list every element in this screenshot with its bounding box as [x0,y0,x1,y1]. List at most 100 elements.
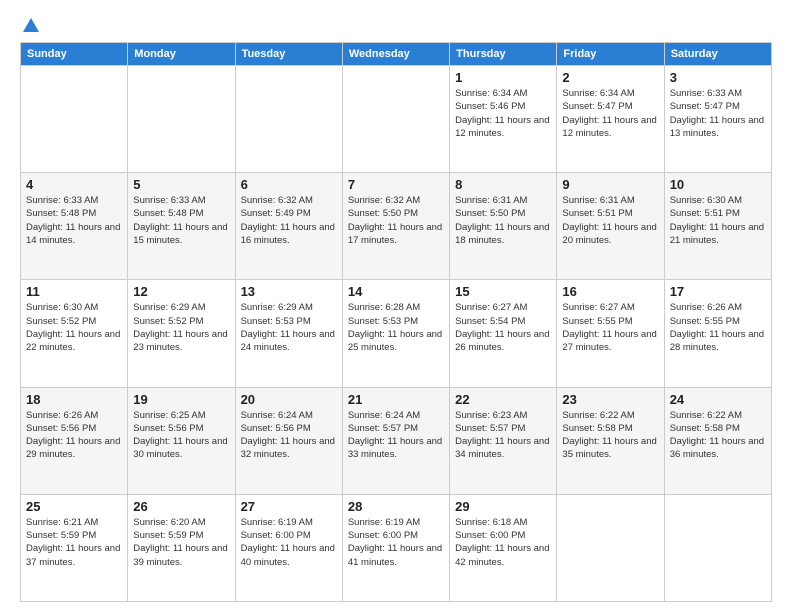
day-info: Sunrise: 6:27 AM Sunset: 5:55 PM Dayligh… [562,301,658,354]
day-number: 27 [241,499,337,514]
calendar-cell: 22 Sunrise: 6:23 AM Sunset: 5:57 PM Dayli… [450,387,557,494]
day-number: 26 [133,499,229,514]
day-info: Sunrise: 6:19 AM Sunset: 6:00 PM Dayligh… [241,516,337,569]
calendar-cell: 12 Sunrise: 6:29 AM Sunset: 5:52 PM Dayli… [128,280,235,387]
day-info: Sunrise: 6:33 AM Sunset: 5:48 PM Dayligh… [133,194,229,247]
day-number: 3 [670,70,766,85]
day-info: Sunrise: 6:29 AM Sunset: 5:52 PM Dayligh… [133,301,229,354]
day-number: 14 [348,284,444,299]
day-info: Sunrise: 6:33 AM Sunset: 5:48 PM Dayligh… [26,194,122,247]
calendar-cell: 17 Sunrise: 6:26 AM Sunset: 5:55 PM Dayli… [664,280,771,387]
day-number: 21 [348,392,444,407]
calendar-cell: 4 Sunrise: 6:33 AM Sunset: 5:48 PM Daylig… [21,173,128,280]
calendar-cell: 3 Sunrise: 6:33 AM Sunset: 5:47 PM Daylig… [664,66,771,173]
day-number: 12 [133,284,229,299]
day-number: 29 [455,499,551,514]
day-info: Sunrise: 6:27 AM Sunset: 5:54 PM Dayligh… [455,301,551,354]
calendar-header-sunday: Sunday [21,43,128,66]
day-info: Sunrise: 6:31 AM Sunset: 5:50 PM Dayligh… [455,194,551,247]
calendar-cell: 29 Sunrise: 6:18 AM Sunset: 6:00 PM Dayli… [450,494,557,601]
day-info: Sunrise: 6:34 AM Sunset: 5:46 PM Dayligh… [455,87,551,140]
day-number: 22 [455,392,551,407]
calendar-cell: 13 Sunrise: 6:29 AM Sunset: 5:53 PM Dayli… [235,280,342,387]
calendar-cell [235,66,342,173]
calendar-cell: 24 Sunrise: 6:22 AM Sunset: 5:58 PM Dayli… [664,387,771,494]
calendar-table: SundayMondayTuesdayWednesdayThursdayFrid… [20,42,772,602]
day-info: Sunrise: 6:32 AM Sunset: 5:49 PM Dayligh… [241,194,337,247]
calendar-cell: 28Sunrise: 6:19 AM Sunset: 6:00 PM Dayli… [342,494,449,601]
day-info: Sunrise: 6:21 AM Sunset: 5:59 PM Dayligh… [26,516,122,569]
day-number: 8 [455,177,551,192]
day-info: Sunrise: 6:31 AM Sunset: 5:51 PM Dayligh… [562,194,658,247]
calendar-week-4: 18 Sunrise: 6:26 AM Sunset: 5:56 PM Dayli… [21,387,772,494]
day-info: Sunrise: 6:32 AM Sunset: 5:50 PM Dayligh… [348,194,444,247]
logo [20,16,40,34]
calendar-cell: 11 Sunrise: 6:30 AM Sunset: 5:52 PM Dayli… [21,280,128,387]
logo-triangle-icon [22,16,40,34]
calendar-cell: 5 Sunrise: 6:33 AM Sunset: 5:48 PM Daylig… [128,173,235,280]
day-info: Sunrise: 6:28 AM Sunset: 5:53 PM Dayligh… [348,301,444,354]
calendar-cell: 23Sunrise: 6:22 AM Sunset: 5:58 PM Dayli… [557,387,664,494]
day-number: 16 [562,284,658,299]
day-number: 4 [26,177,122,192]
day-number: 15 [455,284,551,299]
day-number: 2 [562,70,658,85]
calendar-week-1: 1 Sunrise: 6:34 AM Sunset: 5:46 PM Daylig… [21,66,772,173]
calendar-cell [557,494,664,601]
calendar-header-friday: Friday [557,43,664,66]
page: SundayMondayTuesdayWednesdayThursdayFrid… [0,0,792,612]
day-number: 24 [670,392,766,407]
day-info: Sunrise: 6:26 AM Sunset: 5:55 PM Dayligh… [670,301,766,354]
calendar-cell: 6 Sunrise: 6:32 AM Sunset: 5:49 PM Daylig… [235,173,342,280]
day-info: Sunrise: 6:18 AM Sunset: 6:00 PM Dayligh… [455,516,551,569]
day-info: Sunrise: 6:30 AM Sunset: 5:52 PM Dayligh… [26,301,122,354]
day-info: Sunrise: 6:33 AM Sunset: 5:47 PM Dayligh… [670,87,766,140]
calendar-week-2: 4 Sunrise: 6:33 AM Sunset: 5:48 PM Daylig… [21,173,772,280]
calendar-cell: 15 Sunrise: 6:27 AM Sunset: 5:54 PM Dayli… [450,280,557,387]
day-info: Sunrise: 6:25 AM Sunset: 5:56 PM Dayligh… [133,409,229,462]
calendar-header-thursday: Thursday [450,43,557,66]
day-number: 11 [26,284,122,299]
day-number: 19 [133,392,229,407]
calendar-header-row: SundayMondayTuesdayWednesdayThursdayFrid… [21,43,772,66]
day-number: 6 [241,177,337,192]
day-info: Sunrise: 6:26 AM Sunset: 5:56 PM Dayligh… [26,409,122,462]
day-info: Sunrise: 6:22 AM Sunset: 5:58 PM Dayligh… [670,409,766,462]
day-number: 17 [670,284,766,299]
day-number: 5 [133,177,229,192]
day-number: 7 [348,177,444,192]
day-info: Sunrise: 6:24 AM Sunset: 5:57 PM Dayligh… [348,409,444,462]
day-number: 9 [562,177,658,192]
calendar-header-monday: Monday [128,43,235,66]
calendar-cell [128,66,235,173]
header [20,16,772,34]
calendar-cell: 1 Sunrise: 6:34 AM Sunset: 5:46 PM Daylig… [450,66,557,173]
calendar-cell: 26 Sunrise: 6:20 AM Sunset: 5:59 PM Dayli… [128,494,235,601]
calendar-cell: 21 Sunrise: 6:24 AM Sunset: 5:57 PM Dayli… [342,387,449,494]
calendar-cell: 16 Sunrise: 6:27 AM Sunset: 5:55 PM Dayli… [557,280,664,387]
calendar-week-5: 25 Sunrise: 6:21 AM Sunset: 5:59 PM Dayli… [21,494,772,601]
calendar-cell: 8 Sunrise: 6:31 AM Sunset: 5:50 PM Daylig… [450,173,557,280]
day-number: 10 [670,177,766,192]
day-info: Sunrise: 6:20 AM Sunset: 5:59 PM Dayligh… [133,516,229,569]
calendar-header-wednesday: Wednesday [342,43,449,66]
day-number: 1 [455,70,551,85]
day-info: Sunrise: 6:30 AM Sunset: 5:51 PM Dayligh… [670,194,766,247]
day-number: 18 [26,392,122,407]
calendar-cell: 10 Sunrise: 6:30 AM Sunset: 5:51 PM Dayli… [664,173,771,280]
calendar-cell: 7 Sunrise: 6:32 AM Sunset: 5:50 PM Daylig… [342,173,449,280]
day-number: 20 [241,392,337,407]
calendar-cell: 25 Sunrise: 6:21 AM Sunset: 5:59 PM Dayli… [21,494,128,601]
day-number: 13 [241,284,337,299]
day-info: Sunrise: 6:22 AM Sunset: 5:58 PM Dayligh… [562,409,658,462]
calendar-cell [342,66,449,173]
day-info: Sunrise: 6:29 AM Sunset: 5:53 PM Dayligh… [241,301,337,354]
calendar-cell [664,494,771,601]
day-info: Sunrise: 6:24 AM Sunset: 5:56 PM Dayligh… [241,409,337,462]
day-number: 25 [26,499,122,514]
calendar-cell: 18 Sunrise: 6:26 AM Sunset: 5:56 PM Dayli… [21,387,128,494]
calendar-header-tuesday: Tuesday [235,43,342,66]
calendar-cell: 27 Sunrise: 6:19 AM Sunset: 6:00 PM Dayli… [235,494,342,601]
day-info: Sunrise: 6:23 AM Sunset: 5:57 PM Dayligh… [455,409,551,462]
day-info: Sunrise: 6:34 AM Sunset: 5:47 PM Dayligh… [562,87,658,140]
